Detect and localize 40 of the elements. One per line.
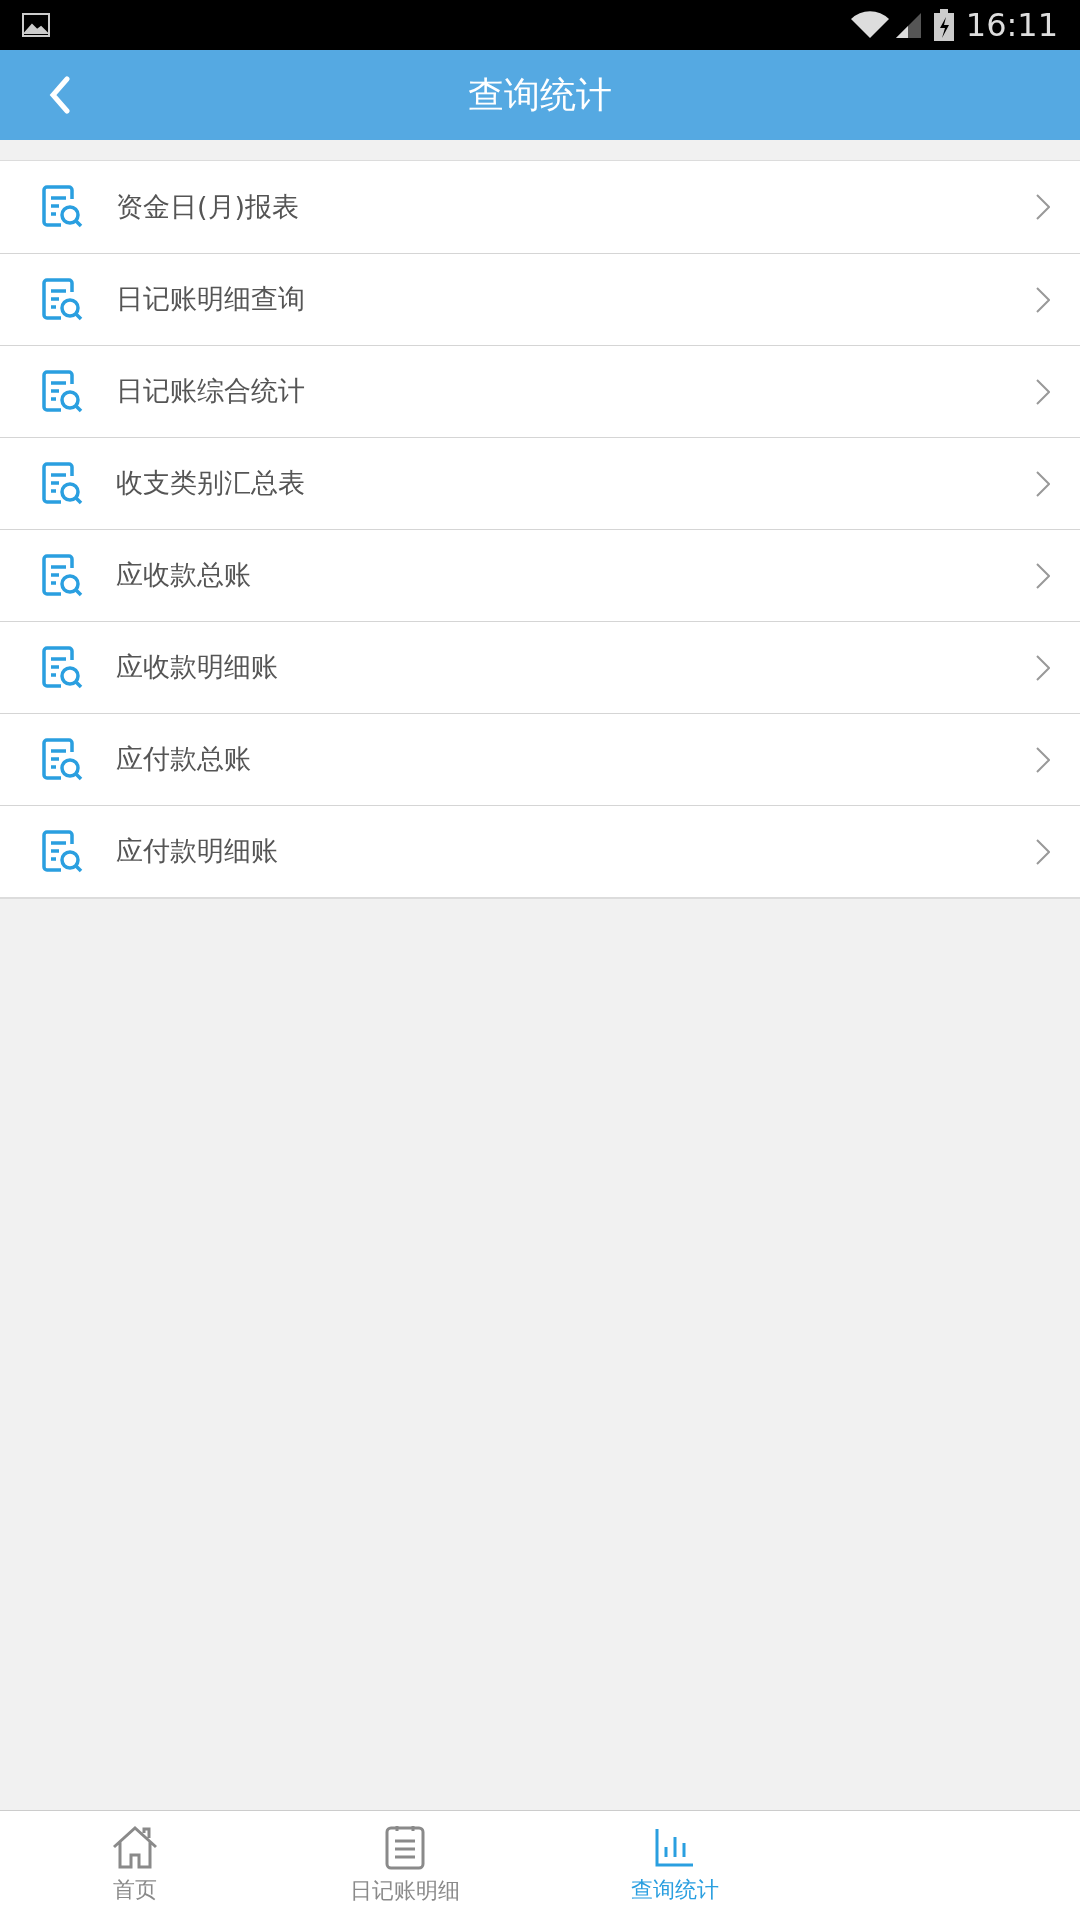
home-icon: [111, 1825, 159, 1869]
report-search-icon: [42, 369, 84, 414]
chevron-icon: [1036, 654, 1050, 681]
menu-item[interactable]: 日记账明细查询: [0, 253, 1080, 345]
wifi-icon: [849, 11, 890, 39]
menu-item[interactable]: 收支类别汇总表: [0, 437, 1080, 529]
menu-label: 应收款总账: [116, 558, 252, 593]
menu-label: 收支类别汇总表: [116, 466, 306, 501]
report-search-icon: [42, 737, 84, 782]
menu-label: 应收款明细账: [116, 650, 279, 685]
header-title: 查询统计: [468, 73, 612, 117]
menu-label: 应付款总账: [116, 742, 252, 777]
chevron-icon: [1036, 470, 1050, 497]
notepad-icon: [385, 1824, 425, 1870]
chevron-icon: [1036, 838, 1050, 865]
report-search-icon: [42, 553, 84, 598]
menu-item[interactable]: 资金日(月)报表: [0, 161, 1080, 253]
menu-item[interactable]: 应收款总账: [0, 529, 1080, 621]
back-icon: [49, 76, 71, 114]
report-search-icon: [42, 277, 84, 322]
report-search-icon: [42, 829, 84, 874]
chevron-icon: [1036, 286, 1050, 313]
report-search-icon: [42, 185, 84, 229]
menu-item[interactable]: 日记账综合统计: [0, 345, 1080, 437]
menu-label: 应付款明细账: [116, 834, 279, 869]
menu-label: 日记账明细查询: [116, 282, 306, 317]
menu-item[interactable]: 应付款总账: [0, 713, 1080, 805]
image-icon: [22, 13, 50, 37]
menu-label: 日记账综合统计: [116, 374, 306, 409]
battery-icon: [933, 9, 954, 41]
status-time: 16:11: [965, 5, 1058, 46]
menu-item[interactable]: 应付款明细账: [0, 805, 1080, 897]
chevron-icon: [1036, 378, 1050, 405]
chevron-icon: [1036, 746, 1050, 773]
menu-item[interactable]: 应收款明细账: [0, 621, 1080, 713]
chevron-icon: [1036, 562, 1050, 589]
menu-label: 资金日(月)报表: [116, 189, 301, 224]
chevron-icon: [1036, 194, 1050, 220]
report-search-icon: [42, 461, 84, 506]
report-search-icon: [42, 645, 84, 690]
